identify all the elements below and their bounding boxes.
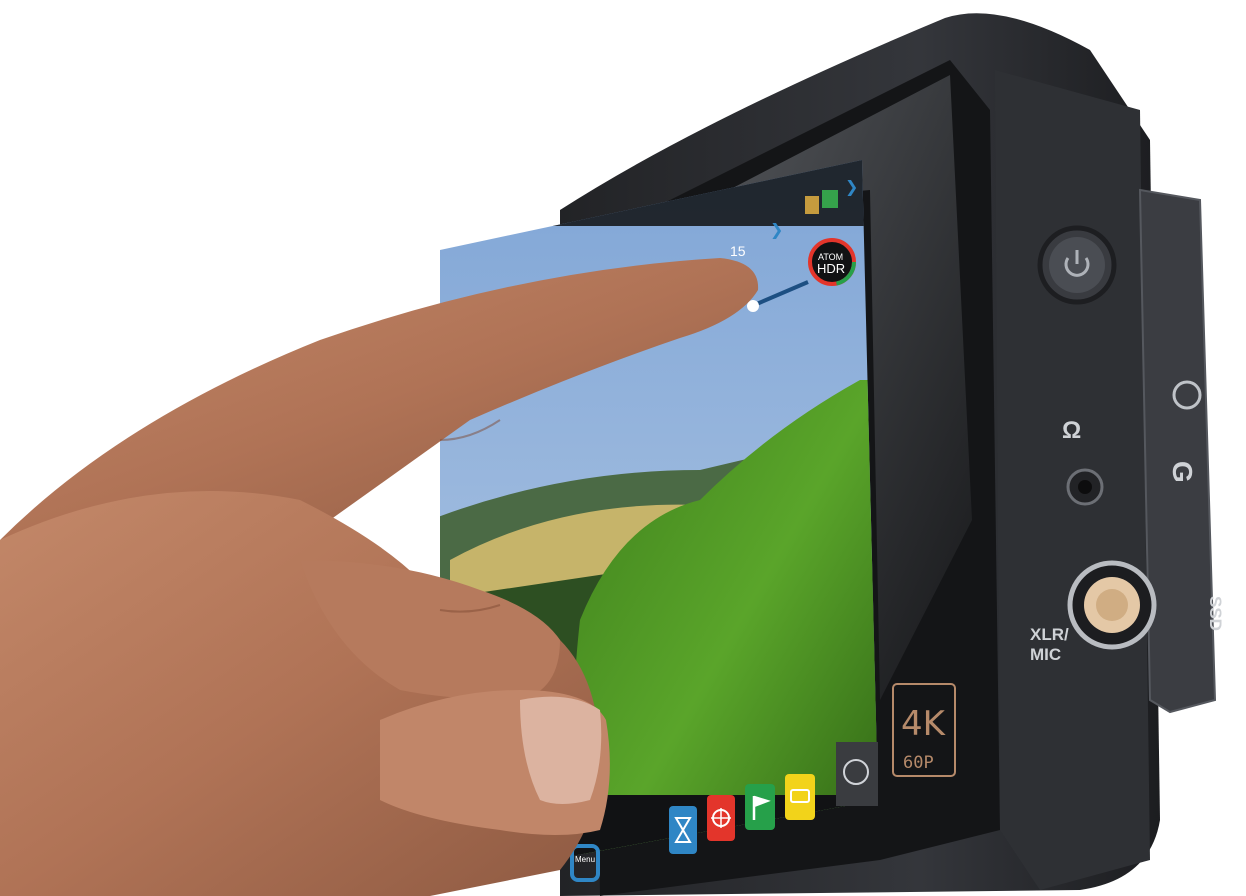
power-button[interactable]	[1037, 225, 1117, 305]
keyboard-button[interactable]	[785, 774, 815, 820]
timelapse-button[interactable]	[669, 806, 697, 854]
xlr-label-line2: MIC	[1030, 645, 1061, 664]
svg-text:G: G	[1167, 461, 1198, 483]
xlr-label-line1: XLR/	[1030, 625, 1069, 644]
svg-text:60P: 60P	[903, 753, 934, 773]
crosshair-button[interactable]	[707, 795, 735, 841]
atom-hdr-badge[interactable]: ATOM HDR	[808, 238, 856, 286]
ssd-label: SSD	[1206, 596, 1225, 631]
flag-button[interactable]	[745, 784, 775, 830]
menu-label: Menu	[575, 855, 595, 864]
scene: Ω XLR/ MIC G SSD 4K 60P 15 ATOM HDR ❯ ❯ …	[0, 13, 1225, 896]
atomos-logo-button[interactable]	[836, 742, 878, 806]
chevron-right-icon-2: ❯	[770, 222, 783, 239]
battery-icon	[805, 196, 819, 214]
xlr-mic-connector[interactable]	[1067, 560, 1157, 650]
chevron-right-icon: ❯	[845, 179, 858, 196]
status-text: 15	[730, 243, 746, 259]
svg-text:HDR: HDR	[817, 261, 845, 276]
svg-text:4K: 4K	[901, 704, 947, 744]
power-source-icon	[822, 190, 838, 208]
headphone-icon: Ω	[1062, 417, 1081, 444]
